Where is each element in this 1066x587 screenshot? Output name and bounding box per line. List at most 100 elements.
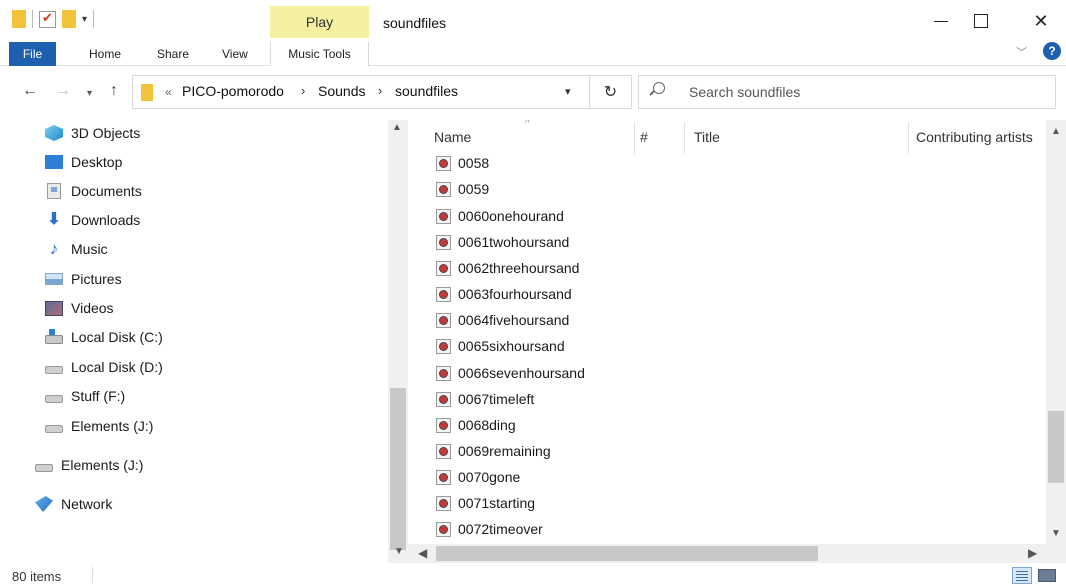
nav-item-pictures[interactable]: Pictures	[45, 267, 122, 291]
horizontal-scrollbar[interactable]: ◀ ▶	[408, 544, 1066, 563]
column-header-number[interactable]: #	[634, 120, 684, 154]
refresh-button[interactable]: ↻	[590, 75, 632, 109]
help-icon[interactable]: ?	[1043, 42, 1061, 60]
drive-icon	[35, 464, 53, 472]
nav-item-local-disk-c[interactable]: Local Disk (C:)	[45, 325, 163, 349]
file-row[interactable]: 0064fivehoursand	[436, 308, 569, 332]
up-arrow-icon[interactable]: ↑	[110, 82, 118, 100]
file-row[interactable]: 0061twohoursand	[436, 230, 569, 254]
file-row[interactable]: 0071starting	[436, 491, 535, 515]
nav-item-videos[interactable]: Videos	[45, 296, 114, 320]
status-bar: 80 items	[0, 563, 1066, 587]
file-row[interactable]: 0070gone	[436, 465, 520, 489]
details-view-icon[interactable]	[1012, 567, 1032, 584]
new-folder-icon[interactable]	[62, 10, 76, 28]
nav-item-desktop[interactable]: Desktop	[45, 150, 122, 174]
properties-icon[interactable]	[39, 10, 56, 28]
recent-locations-icon[interactable]: ▾	[87, 88, 92, 99]
tab-home[interactable]: Home	[89, 42, 121, 66]
audio-file-icon	[436, 260, 451, 276]
audio-file-icon	[436, 365, 451, 381]
nav-item-documents[interactable]: Documents	[45, 179, 142, 203]
large-icons-view-icon[interactable]	[1038, 569, 1056, 582]
nav-item-stuff-f[interactable]: Stuff (F:)	[45, 384, 125, 408]
tab-share[interactable]: Share	[157, 42, 189, 66]
nav-item-label: Documents	[71, 183, 142, 199]
desktop-icon	[45, 155, 63, 169]
scroll-left-icon[interactable]: ◀	[418, 546, 427, 560]
file-row[interactable]: 0066sevenhoursand	[436, 361, 585, 385]
file-row[interactable]: 0072timeover	[436, 517, 543, 541]
tab-file[interactable]: File	[9, 42, 56, 66]
file-row[interactable]: 0069remaining	[436, 439, 551, 463]
file-list-scrollbar[interactable]: ▲ ▼	[1046, 120, 1066, 544]
divider	[32, 10, 33, 28]
tab-music-tools[interactable]: Music Tools	[270, 42, 369, 66]
file-row[interactable]: 0067timeleft	[436, 387, 534, 411]
window-title: soundfiles	[383, 15, 447, 31]
file-row[interactable]: 0060onehourand	[436, 204, 564, 228]
close-button[interactable]: ✕	[1016, 6, 1066, 36]
file-name: 0058	[458, 155, 490, 171]
file-row[interactable]: 0065sixhoursand	[436, 334, 565, 358]
customize-toolbar-icon[interactable]: ▾	[82, 14, 87, 25]
nav-item-downloads[interactable]: ⬇ Downloads	[45, 208, 140, 232]
breadcrumb-separator[interactable]: ›	[301, 83, 305, 98]
scroll-down-icon[interactable]: ▼	[1051, 528, 1061, 539]
scrollbar-thumb[interactable]	[390, 388, 406, 550]
file-name: 0067timeleft	[458, 391, 535, 407]
nav-item-label: Elements (J:)	[61, 457, 144, 473]
nav-pane-scrollbar[interactable]: ▲	[388, 120, 408, 563]
file-name: 0060onehourand	[458, 208, 564, 224]
breadcrumb-pico-pomorodo[interactable]: PICO-pomorodo	[182, 83, 284, 99]
scroll-down-icon[interactable]: ▼	[394, 546, 404, 557]
file-row[interactable]: 0063fourhoursand	[436, 282, 572, 306]
maximize-button[interactable]	[956, 6, 1006, 36]
play-contextual-tab[interactable]: Play	[270, 6, 369, 38]
nav-item-3d-objects[interactable]: 3D Objects	[45, 121, 140, 145]
column-header-contributing-artists[interactable]: Contributing artists	[908, 120, 1046, 154]
column-header-label: Title	[694, 129, 720, 145]
file-row[interactable]: 0068ding	[436, 413, 516, 437]
file-name: 0069remaining	[458, 443, 551, 459]
address-dropdown-icon[interactable]: ▾	[565, 85, 571, 98]
nav-item-local-disk-d[interactable]: Local Disk (D:)	[45, 355, 163, 379]
file-row[interactable]: 0059	[436, 177, 489, 201]
nav-item-elements-j[interactable]: Elements (J:)	[45, 414, 153, 438]
scroll-up-icon[interactable]: ▲	[1051, 126, 1061, 137]
address-bar[interactable]: « PICO-pomorodo › Sounds › soundfiles ▾	[132, 75, 590, 109]
expand-ribbon-icon[interactable]: ﹀	[1016, 44, 1027, 60]
file-name: 0068ding	[458, 417, 516, 433]
address-overflow[interactable]: «	[165, 85, 172, 99]
nav-item-label: Pictures	[71, 271, 122, 287]
folder-icon[interactable]	[12, 10, 26, 28]
forward-arrow-icon[interactable]: →	[55, 82, 71, 100]
tab-view[interactable]: View	[222, 42, 248, 66]
nav-item-label: Local Disk (D:)	[71, 359, 163, 375]
pictures-icon	[45, 273, 63, 285]
breadcrumb-sounds[interactable]: Sounds	[318, 83, 365, 99]
back-arrow-icon[interactable]: ←	[22, 82, 38, 100]
file-row[interactable]: 0058	[436, 151, 489, 175]
scrollbar-thumb[interactable]	[1048, 411, 1064, 483]
downloads-icon: ⬇	[47, 211, 61, 228]
drive-icon	[45, 425, 63, 433]
search-box[interactable]	[638, 75, 1056, 109]
scroll-up-icon[interactable]: ▲	[392, 122, 402, 133]
column-header-name[interactable]: ^ Name	[420, 120, 634, 154]
scrollbar-thumb[interactable]	[436, 546, 818, 561]
music-icon: ♪	[49, 239, 59, 258]
file-row[interactable]: 0062threehoursand	[436, 256, 579, 280]
file-name: 0066sevenhoursand	[458, 365, 585, 381]
nav-item-network[interactable]: Network	[35, 492, 112, 516]
breadcrumb-soundfiles[interactable]: soundfiles	[395, 83, 458, 99]
column-header-title[interactable]: Title	[684, 120, 910, 154]
search-input[interactable]	[687, 82, 1037, 102]
audio-file-icon	[436, 469, 451, 485]
title-bar: ▾ Play soundfiles ✕	[0, 0, 1066, 38]
file-name: 0070gone	[458, 469, 521, 485]
nav-item-elements-j-root[interactable]: Elements (J:)	[35, 453, 143, 477]
scroll-right-icon[interactable]: ▶	[1028, 546, 1037, 560]
nav-item-music[interactable]: ♪ Music	[45, 237, 108, 261]
breadcrumb-separator[interactable]: ›	[378, 83, 382, 98]
